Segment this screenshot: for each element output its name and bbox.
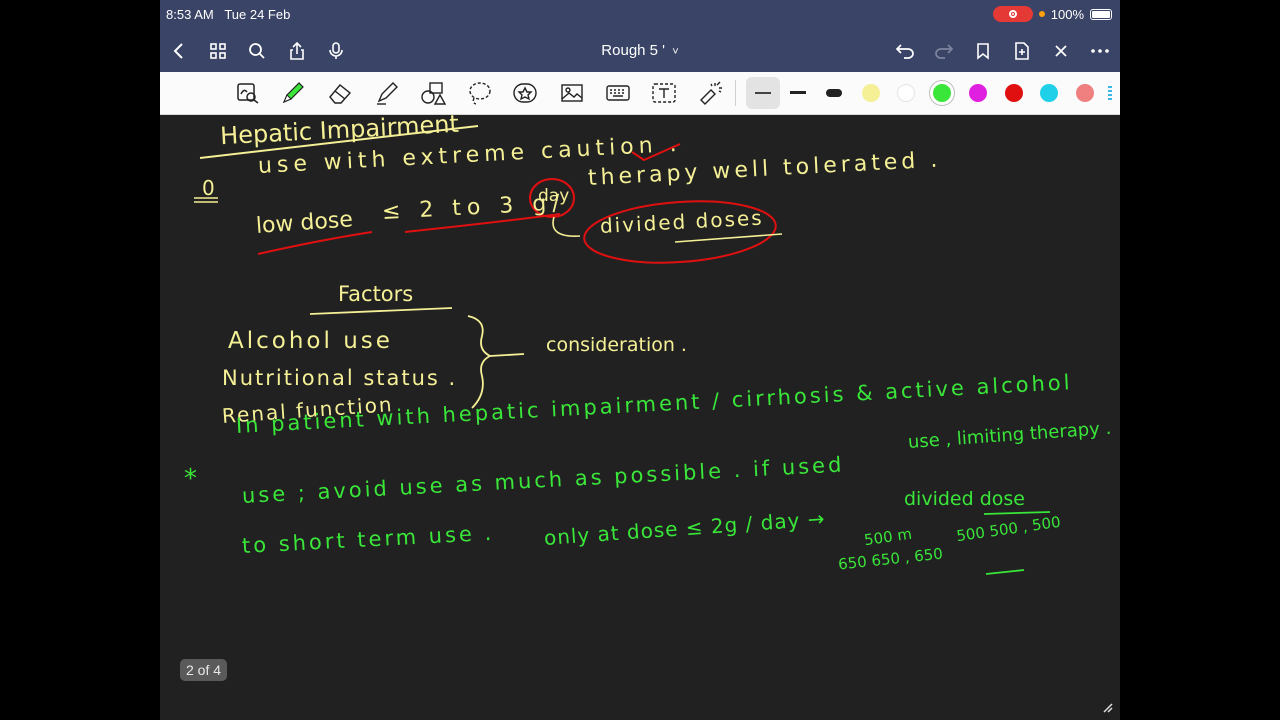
color-swatch-pink[interactable] [1076,84,1094,102]
lasso-icon[interactable] [465,79,493,107]
resize-handle-icon [1103,703,1113,713]
highlighter-icon[interactable] [373,79,401,107]
factors-brace [467,315,493,409]
factor-alcohol: Alcohol use [228,328,393,354]
toolbar-divider [735,80,736,106]
color-swatch-white[interactable] [897,84,915,102]
eraser-icon[interactable] [326,79,354,107]
text-icon[interactable] [650,79,678,107]
add-page-icon[interactable] [1009,38,1035,64]
keyboard-icon[interactable] [604,79,632,107]
color-swatch-magenta[interactable] [969,84,987,102]
status-bar: 8:53 AM Tue 24 Feb 100% [160,0,1120,30]
image-icon[interactable] [558,79,586,107]
drawing-toolbar [160,72,1120,115]
note-canvas[interactable]: Hepatic Impairment 0 use with extreme ca… [160,110,1120,720]
document-title[interactable]: Rough 5 ' [601,42,665,59]
number-underline-green [985,569,1025,575]
ipad-screen: 8:53 AM Tue 24 Feb 100% Rough 5 ' ˅ Hepa… [160,0,1120,720]
redo-icon[interactable] [931,38,957,64]
battery-percent: 100% [1050,6,1084,22]
status-time: 8:53 AM [166,7,214,22]
stroke-thick-button[interactable] [826,89,842,97]
stroke-medium-button[interactable] [790,91,806,94]
factor-nutritional: Nutritional status . [222,366,458,390]
bookmark-icon[interactable] [970,38,996,64]
status-date: Tue 24 Feb [224,7,291,22]
laser-pointer-icon[interactable] [696,79,724,107]
more-options-icon[interactable] [1087,38,1113,64]
mic-indicator-icon [1038,11,1045,17]
color-swatch-green[interactable] [933,84,951,102]
close-icon[interactable] [1048,38,1074,64]
color-swatch-red[interactable] [1005,84,1023,102]
page-indicator[interactable]: 2 of 4 [180,659,228,681]
arrow-to-divided [552,216,581,237]
chevron-down-icon[interactable]: ˅ [669,46,678,58]
green-line-2c: divided dose [904,488,1025,510]
navigation-bar: Rough 5 ' ˅ [160,30,1120,72]
pen-icon[interactable] [279,79,307,107]
star-bullet: * [184,464,197,494]
sticker-icon[interactable] [511,79,539,107]
color-swatch-yellow[interactable] [862,84,880,102]
brace-connector [489,353,525,357]
screen-recording-icon[interactable] [992,6,1033,22]
factors-underline [309,307,453,315]
consideration-text: consideration . [546,334,687,356]
more-colors-icon[interactable] [1108,86,1112,100]
day-text: day [538,186,570,206]
dose-underline-green [983,511,1051,515]
stroke-thin-button[interactable] [755,92,771,94]
read-mode-icon[interactable] [234,79,262,107]
undo-icon[interactable] [892,38,918,64]
battery-icon [1090,8,1112,20]
color-swatch-cyan[interactable] [1040,84,1058,102]
shapes-icon[interactable] [419,79,447,107]
bullet-zero: 0 [202,176,215,200]
factors-title: Factors [338,282,414,306]
